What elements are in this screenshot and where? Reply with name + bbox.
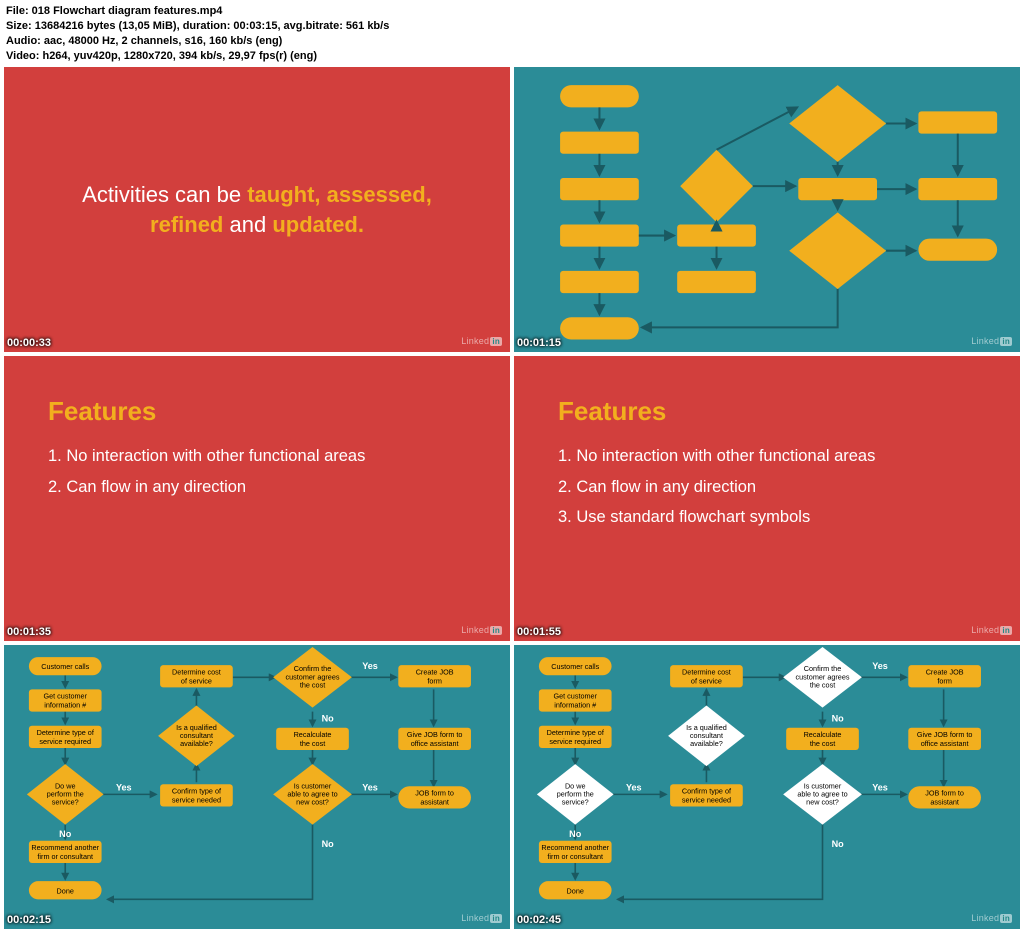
svg-text:Yes: Yes bbox=[362, 782, 378, 792]
svg-text:new cost?: new cost? bbox=[806, 797, 839, 806]
svg-text:service required: service required bbox=[549, 737, 601, 746]
timestamp-3: 00:01:35 bbox=[7, 626, 51, 638]
svg-text:No: No bbox=[59, 828, 72, 838]
svg-text:firm or consultant: firm or consultant bbox=[37, 852, 93, 861]
timestamp-5: 00:02:15 bbox=[7, 914, 51, 926]
timestamp-6: 00:02:45 bbox=[517, 914, 561, 926]
svg-text:Determine cost: Determine cost bbox=[682, 667, 731, 676]
svg-text:Recalculate: Recalculate bbox=[804, 729, 842, 738]
timestamp-1: 00:00:33 bbox=[7, 337, 51, 349]
feature-item: 2. Can flow in any direction bbox=[48, 472, 466, 503]
svg-text:information #: information # bbox=[44, 700, 86, 709]
svg-text:JOB form to: JOB form to bbox=[925, 788, 964, 797]
thumb-5: Yes No Yes No Yes No Customer calls Get … bbox=[4, 645, 510, 930]
svg-text:No: No bbox=[832, 713, 845, 723]
thumb-6: Yes No Yes No Yes No Customer calls Get … bbox=[514, 645, 1020, 930]
timestamp-2: 00:01:15 bbox=[517, 337, 561, 349]
slide-quote: Activities can be taught, assessed, refi… bbox=[46, 180, 468, 239]
svg-text:assistant: assistant bbox=[930, 797, 959, 806]
svg-text:available?: available? bbox=[690, 739, 723, 748]
svg-text:the cost: the cost bbox=[300, 739, 325, 748]
linkedin-logo: Linkedin bbox=[461, 336, 502, 346]
svg-text:service required: service required bbox=[39, 737, 91, 746]
thumb-3: Features 1. No interaction with other fu… bbox=[4, 356, 510, 641]
svg-text:Yes: Yes bbox=[362, 661, 378, 671]
feature-item: 2. Can flow in any direction bbox=[558, 472, 976, 503]
svg-text:information #: information # bbox=[554, 700, 596, 709]
thumb-2: 00:01:15 Linkedin bbox=[514, 67, 1020, 352]
svg-text:office assistant: office assistant bbox=[411, 739, 459, 748]
svg-text:Yes: Yes bbox=[872, 782, 888, 792]
svg-text:Create JOB: Create JOB bbox=[926, 667, 964, 676]
svg-text:form: form bbox=[427, 676, 442, 685]
linkedin-logo: Linkedin bbox=[971, 913, 1012, 923]
svg-text:No: No bbox=[322, 838, 335, 848]
thumb-4: Features 1. No interaction with other fu… bbox=[514, 356, 1020, 641]
svg-text:Yes: Yes bbox=[626, 782, 642, 792]
linkedin-logo: Linkedin bbox=[461, 625, 502, 635]
svg-text:service needed: service needed bbox=[172, 795, 221, 804]
video-metadata: File: 018 Flowchart diagram features.mp4… bbox=[0, 0, 1024, 67]
svg-text:of service: of service bbox=[691, 676, 722, 685]
linkedin-logo: Linkedin bbox=[971, 336, 1012, 346]
meta-video: Video: h264, yuv420p, 1280x720, 394 kb/s… bbox=[6, 49, 1018, 64]
thumbnail-grid: Activities can be taught, assessed, refi… bbox=[0, 67, 1024, 933]
detailed-flowchart-b: Yes No Yes No Yes No Customer calls Get … bbox=[514, 645, 1020, 930]
svg-text:service?: service? bbox=[52, 797, 79, 806]
feature-item: 1. No interaction with other functional … bbox=[558, 441, 976, 472]
svg-text:available?: available? bbox=[180, 739, 213, 748]
svg-text:Recalculate: Recalculate bbox=[294, 729, 332, 738]
svg-text:Yes: Yes bbox=[872, 661, 888, 671]
svg-text:the cost: the cost bbox=[810, 680, 835, 689]
svg-text:Create JOB: Create JOB bbox=[416, 667, 454, 676]
svg-text:No: No bbox=[322, 713, 335, 723]
detailed-flowchart-a: Yes No Yes No Yes No Customer calls Get … bbox=[4, 645, 510, 930]
svg-text:Give JOB form to: Give JOB form to bbox=[917, 729, 973, 738]
svg-text:Done: Done bbox=[567, 886, 584, 895]
svg-text:Recommend another: Recommend another bbox=[31, 843, 99, 852]
abstract-flowchart bbox=[514, 67, 1020, 352]
meta-size: Size: 13684216 bytes (13,05 MiB), durati… bbox=[6, 19, 1018, 34]
svg-text:Done: Done bbox=[57, 886, 74, 895]
svg-text:new cost?: new cost? bbox=[296, 797, 329, 806]
svg-text:Customer calls: Customer calls bbox=[551, 662, 599, 671]
svg-text:the cost: the cost bbox=[300, 680, 325, 689]
features-title: Features bbox=[558, 396, 976, 427]
svg-text:the cost: the cost bbox=[810, 739, 835, 748]
svg-text:form: form bbox=[937, 676, 952, 685]
svg-text:Give JOB form to: Give JOB form to bbox=[407, 729, 463, 738]
svg-text:No: No bbox=[832, 838, 845, 848]
linkedin-logo: Linkedin bbox=[461, 913, 502, 923]
svg-text:Yes: Yes bbox=[116, 782, 132, 792]
svg-text:JOB form to: JOB form to bbox=[415, 788, 454, 797]
svg-text:Get customer: Get customer bbox=[43, 691, 87, 700]
meta-file: File: 018 Flowchart diagram features.mp4 bbox=[6, 4, 1018, 19]
svg-text:Determine type of: Determine type of bbox=[547, 727, 605, 736]
meta-audio: Audio: aac, 48000 Hz, 2 channels, s16, 1… bbox=[6, 34, 1018, 49]
svg-text:of service: of service bbox=[181, 676, 212, 685]
svg-text:Confirm type of: Confirm type of bbox=[172, 786, 222, 795]
svg-text:service?: service? bbox=[562, 797, 589, 806]
feature-item: 3. Use standard flowchart symbols bbox=[558, 502, 976, 533]
svg-text:office assistant: office assistant bbox=[921, 739, 969, 748]
svg-text:assistant: assistant bbox=[420, 797, 449, 806]
svg-text:Determine type of: Determine type of bbox=[37, 727, 95, 736]
svg-text:Customer calls: Customer calls bbox=[41, 662, 89, 671]
thumb-1: Activities can be taught, assessed, refi… bbox=[4, 67, 510, 352]
svg-text:Confirm type of: Confirm type of bbox=[682, 786, 732, 795]
feature-item: 1. No interaction with other functional … bbox=[48, 441, 466, 472]
timestamp-4: 00:01:55 bbox=[517, 626, 561, 638]
linkedin-logo: Linkedin bbox=[971, 625, 1012, 635]
features-title: Features bbox=[48, 396, 466, 427]
svg-text:Get customer: Get customer bbox=[553, 691, 597, 700]
svg-text:Determine cost: Determine cost bbox=[172, 667, 221, 676]
svg-text:No: No bbox=[569, 828, 582, 838]
svg-text:service needed: service needed bbox=[682, 795, 731, 804]
svg-text:Recommend another: Recommend another bbox=[541, 843, 609, 852]
svg-text:firm or consultant: firm or consultant bbox=[547, 852, 603, 861]
